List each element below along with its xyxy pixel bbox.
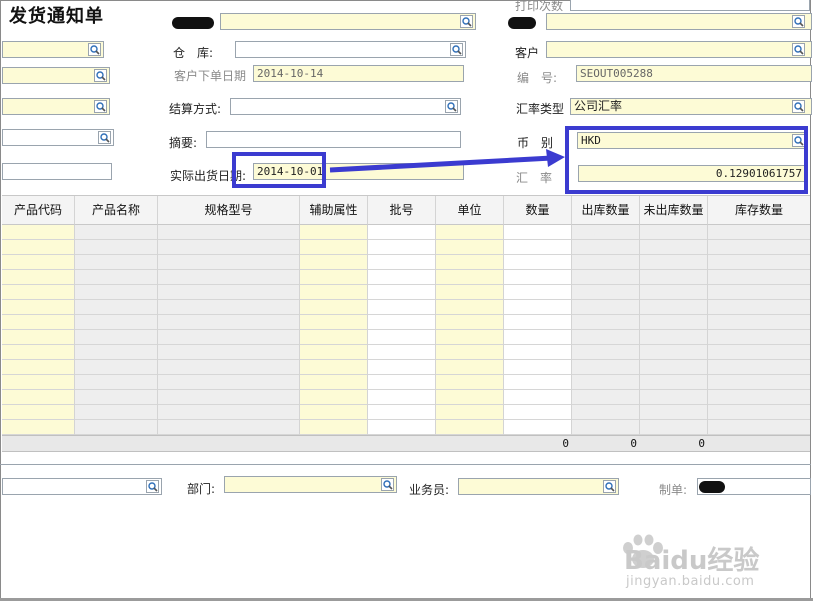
redacted-maker — [699, 481, 725, 493]
grid-column-product-code[interactable] — [2, 225, 75, 435]
search-icon[interactable] — [603, 480, 616, 493]
search-icon[interactable] — [792, 43, 805, 56]
warehouse-label: 仓 库: — [173, 46, 214, 60]
customer-field[interactable] — [546, 41, 812, 58]
redacted-label-2 — [508, 17, 536, 29]
grid-column-spec — [158, 225, 300, 435]
footer-left-field[interactable] — [2, 478, 162, 495]
highlight-box-ship-date — [232, 152, 326, 188]
left-field-3[interactable] — [2, 98, 110, 115]
settlement-label: 结算方式: — [169, 102, 222, 116]
grid-column-not-out-quantity — [640, 225, 708, 435]
print-count-field — [570, 0, 810, 11]
department-field[interactable] — [224, 476, 397, 493]
top-lookup-field[interactable] — [220, 13, 476, 30]
search-icon[interactable] — [88, 43, 101, 56]
search-icon[interactable] — [450, 43, 463, 56]
number-label: 编 号: — [517, 71, 558, 85]
warehouse-field[interactable] — [235, 41, 466, 58]
grid-column-out-quantity — [572, 225, 640, 435]
left-field-2[interactable] — [2, 67, 110, 84]
grid-column-unit[interactable] — [436, 225, 504, 435]
col-header-quantity[interactable]: 数量 — [504, 196, 572, 225]
summary-label: 摘要: — [169, 136, 198, 150]
col-header-product-name[interactable]: 产品名称 — [75, 196, 158, 225]
number-field[interactable]: SEOUT005288 — [576, 65, 812, 82]
search-icon[interactable] — [98, 131, 111, 144]
total-out-quantity: 0 — [630, 437, 637, 450]
highlight-box-currency-rate — [565, 126, 808, 194]
search-icon[interactable] — [445, 100, 458, 113]
grid-column-batch[interactable] — [368, 225, 436, 435]
col-header-unit[interactable]: 单位 — [436, 196, 504, 225]
watermark-brand: Baidu经验 — [624, 546, 760, 576]
col-header-aux-attr[interactable]: 辅助属性 — [300, 196, 368, 225]
department-label: 部门: — [187, 482, 216, 496]
customer-label: 客户 — [515, 46, 540, 60]
left-field-4[interactable] — [2, 129, 114, 146]
grid-column-stock-quantity — [708, 225, 810, 435]
search-icon[interactable] — [792, 100, 805, 113]
search-icon[interactable] — [792, 15, 805, 28]
col-header-product-code[interactable]: 产品代码 — [2, 196, 75, 225]
product-grid[interactable]: 产品代码 产品名称 规格型号 辅助属性 批号 单位 数量 出库数量 未出库数量 … — [2, 195, 810, 452]
customer-order-date-field[interactable]: 2014-10-14 — [253, 65, 464, 82]
col-header-out-quantity[interactable]: 出库数量 — [572, 196, 640, 225]
window-bottom-edge — [0, 598, 813, 613]
col-header-not-out-quantity[interactable]: 未出库数量 — [640, 196, 708, 225]
search-icon[interactable] — [460, 15, 473, 28]
col-header-spec[interactable]: 规格型号 — [158, 196, 300, 225]
summary-field[interactable] — [206, 131, 461, 148]
rate-type-label: 汇率类型 — [516, 102, 565, 116]
grid-column-aux-attr[interactable] — [300, 225, 368, 435]
form-title: 发货通知单 — [9, 6, 104, 27]
highlight-arrow-icon — [329, 149, 565, 173]
salesperson-label: 业务员: — [409, 483, 450, 497]
redacted-label — [172, 17, 214, 29]
salesperson-field[interactable] — [458, 478, 619, 495]
grid-totals-row: 0 0 0 — [2, 435, 810, 452]
search-icon[interactable] — [381, 478, 394, 491]
col-header-stock-quantity[interactable]: 库存数量 — [708, 196, 810, 225]
total-quantity: 0 — [562, 437, 569, 450]
col-header-batch[interactable]: 批号 — [368, 196, 436, 225]
search-icon[interactable] — [146, 480, 159, 493]
left-field-5[interactable] — [2, 163, 112, 180]
total-not-out-quantity: 0 — [698, 437, 705, 450]
divider — [0, 464, 811, 465]
left-field-1[interactable] — [2, 41, 104, 58]
settlement-field[interactable] — [230, 98, 461, 115]
grid-column-quantity[interactable] — [504, 225, 572, 435]
watermark-url: jingyan.baidu.com — [626, 574, 755, 589]
right-top-field[interactable] — [546, 13, 812, 30]
grid-column-product-name — [75, 225, 158, 435]
print-count-label: 打印次数 — [515, 0, 564, 13]
customer-order-date-label: 客户下单日期 — [174, 69, 247, 83]
rate-type-field[interactable]: 公司汇率 — [570, 98, 812, 115]
search-icon[interactable] — [94, 100, 107, 113]
maker-label: 制单: — [659, 483, 688, 497]
search-icon[interactable] — [94, 69, 107, 82]
